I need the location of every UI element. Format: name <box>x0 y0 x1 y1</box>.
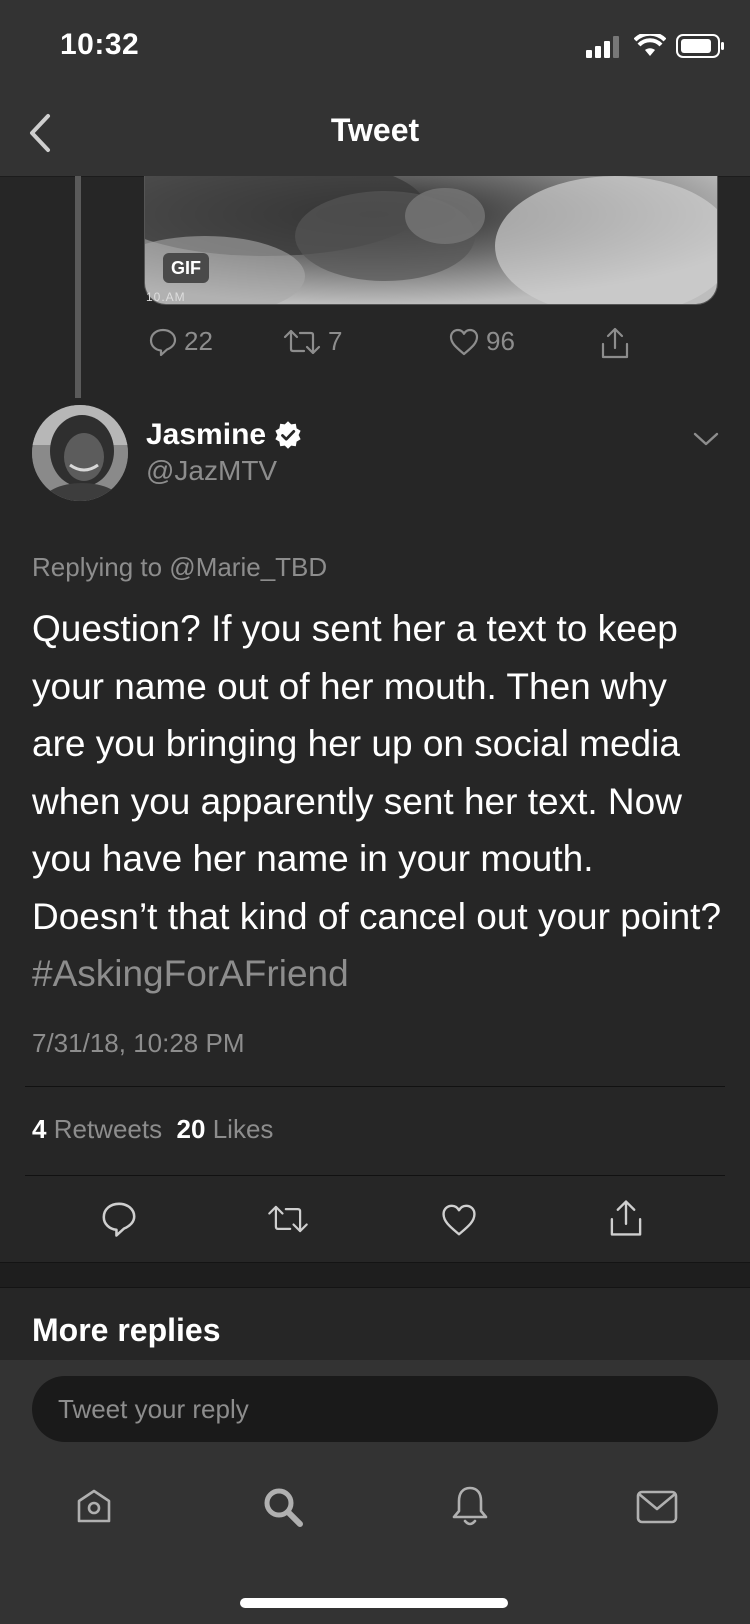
share-icon <box>600 326 636 360</box>
reply-count: 22 <box>184 326 213 356</box>
reply-button[interactable] <box>100 1200 138 1238</box>
author-display-name: Jasmine <box>146 418 267 451</box>
retweet-icon <box>266 1202 310 1236</box>
tab-messages[interactable] <box>636 1490 678 1524</box>
tab-home[interactable] <box>74 1486 114 1526</box>
search-icon <box>260 1484 306 1530</box>
retweet-action[interactable]: 7 <box>282 326 342 357</box>
retweet-icon <box>282 327 328 357</box>
chevron-left-icon <box>22 110 62 156</box>
share-icon <box>608 1198 644 1238</box>
tab-notifications[interactable] <box>450 1484 490 1528</box>
divider <box>25 1175 725 1176</box>
thread-connector-line <box>75 176 81 398</box>
tweet-stats: 4 Retweets 20 Likes <box>32 1114 273 1145</box>
more-replies-heading: More replies <box>32 1312 221 1348</box>
section-separator <box>0 1262 750 1288</box>
verified-badge-icon <box>274 421 302 449</box>
cellular-signal-icon <box>586 36 622 58</box>
hashtag-link[interactable]: #AskingForAFriend <box>32 953 349 994</box>
reply-icon <box>148 327 184 357</box>
page-title: Tweet <box>330 112 420 148</box>
share-button[interactable] <box>608 1198 644 1238</box>
nav-bar: Tweet <box>0 90 750 177</box>
chevron-down-icon <box>692 430 720 448</box>
tweet-text: Question? If you sent her a text to keep… <box>32 608 722 937</box>
tab-search[interactable] <box>260 1484 306 1530</box>
reply-action[interactable]: 22 <box>148 326 213 357</box>
back-button[interactable] <box>22 110 62 156</box>
heart-icon <box>448 327 486 357</box>
author-handle[interactable]: @JazMTV <box>146 455 277 487</box>
replying-to-label[interactable]: Replying to @Marie_TBD <box>32 552 327 583</box>
retweet-count: 7 <box>328 326 343 356</box>
status-time: 10:32 <box>60 28 140 61</box>
home-icon <box>74 1486 114 1526</box>
tweet-timestamp: 7/31/18, 10:28 PM <box>32 1028 245 1058</box>
home-indicator[interactable] <box>240 1598 508 1608</box>
wifi-icon <box>634 34 666 58</box>
tweet-media-gif[interactable] <box>144 176 718 305</box>
reply-icon <box>100 1200 138 1238</box>
messages-icon <box>636 1490 678 1524</box>
heart-icon <box>440 1202 478 1238</box>
gif-badge: GIF <box>163 253 209 283</box>
share-action[interactable] <box>600 326 636 360</box>
reply-composer-placeholder: Tweet your reply <box>58 1394 249 1424</box>
like-count: 96 <box>486 326 515 356</box>
tweet-options-button[interactable] <box>692 430 720 448</box>
author-name[interactable]: Jasmine <box>146 418 302 452</box>
retweet-button[interactable] <box>266 1202 310 1236</box>
retweets-label[interactable]: Retweets <box>54 1114 162 1144</box>
divider <box>25 1086 725 1087</box>
status-bar: 10:32 <box>0 0 750 90</box>
like-action[interactable]: 96 <box>448 326 515 357</box>
like-button[interactable] <box>440 1202 478 1238</box>
media-timestamp-overlay: 10.AM <box>146 290 186 304</box>
notifications-icon <box>450 1484 490 1528</box>
retweets-count: 4 <box>32 1114 47 1144</box>
likes-count: 20 <box>176 1114 206 1144</box>
likes-label[interactable]: Likes <box>213 1114 274 1144</box>
avatar[interactable] <box>32 405 128 501</box>
tweet-body: Question? If you sent her a text to keep… <box>32 600 722 1003</box>
battery-icon <box>676 34 726 58</box>
